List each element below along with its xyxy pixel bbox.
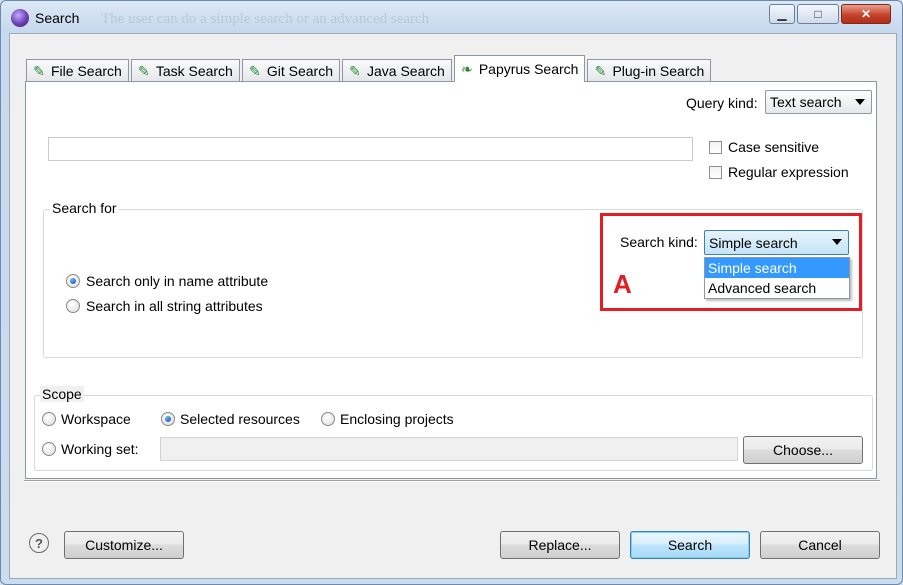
tab-task-search[interactable]: ✎ Task Search bbox=[130, 59, 240, 82]
maximize-icon: □ bbox=[814, 7, 822, 21]
chevron-down-icon bbox=[855, 99, 865, 105]
name-attribute-label: Search only in name attribute bbox=[86, 273, 269, 289]
customize-button[interactable]: Customize... bbox=[64, 531, 184, 559]
tab-label: File Search bbox=[51, 63, 122, 79]
all-string-attributes-radio[interactable] bbox=[66, 299, 80, 313]
search-dialog-window: The user can do a simple search or an ad… bbox=[0, 0, 903, 585]
annotation-highlight-box bbox=[600, 213, 862, 311]
minimize-button[interactable]: ▁ bbox=[769, 4, 795, 24]
regular-expression-checkbox[interactable] bbox=[709, 166, 722, 179]
tab-label: Git Search bbox=[266, 63, 333, 79]
search-button[interactable]: Search bbox=[630, 531, 750, 559]
workspace-radio[interactable] bbox=[42, 412, 56, 426]
tab-java-search[interactable]: ✎ Java Search bbox=[342, 59, 452, 82]
file-search-icon: ✎ bbox=[33, 63, 45, 79]
selected-resources-radio[interactable] bbox=[161, 412, 175, 426]
tab-papyrus-search[interactable]: ❧ Papyrus Search bbox=[453, 55, 586, 82]
separator bbox=[24, 480, 880, 482]
papyrus-search-icon: ❧ bbox=[460, 61, 473, 77]
workspace-label: Workspace bbox=[61, 411, 131, 427]
close-icon: ✕ bbox=[860, 7, 872, 21]
eclipse-icon bbox=[11, 9, 29, 27]
query-kind-value: Text search bbox=[770, 94, 842, 110]
tab-label: Papyrus Search bbox=[478, 61, 579, 77]
cancel-button[interactable]: Cancel bbox=[760, 531, 880, 559]
java-search-icon: ✎ bbox=[349, 63, 361, 79]
search-for-title: Search for bbox=[50, 200, 119, 216]
all-string-attributes-label: Search in all string attributes bbox=[86, 298, 263, 314]
plugin-search-icon: ✎ bbox=[594, 63, 607, 79]
help-icon[interactable]: ? bbox=[29, 533, 49, 553]
minimize-icon: ▁ bbox=[777, 7, 787, 21]
query-kind-select[interactable]: Text search bbox=[765, 90, 872, 114]
tab-git-search[interactable]: ✎ Git Search bbox=[241, 59, 340, 82]
replace-button[interactable]: Replace... bbox=[500, 531, 620, 559]
case-sensitive-checkbox[interactable] bbox=[709, 141, 722, 154]
selected-resources-label: Selected resources bbox=[180, 411, 300, 427]
maximize-button[interactable]: □ bbox=[797, 4, 839, 24]
tab-label: Task Search bbox=[155, 63, 233, 79]
name-attribute-radio[interactable] bbox=[66, 274, 80, 288]
tab-plugin-search[interactable]: ✎ Plug-in Search bbox=[587, 59, 712, 82]
working-set-radio[interactable] bbox=[42, 442, 56, 456]
tab-file-search[interactable]: ✎ File Search bbox=[26, 59, 129, 82]
choose-button[interactable]: Choose... bbox=[743, 436, 863, 464]
working-set-input bbox=[160, 437, 738, 461]
regular-expression-label: Regular expression bbox=[728, 164, 849, 180]
annotation-marker: A bbox=[613, 269, 632, 299]
scope-title: Scope bbox=[40, 386, 84, 402]
enclosing-projects-label: Enclosing projects bbox=[340, 411, 454, 427]
tab-label: Plug-in Search bbox=[612, 63, 705, 79]
window-title: Search bbox=[35, 10, 80, 26]
task-search-icon: ✎ bbox=[137, 63, 150, 79]
enclosing-projects-radio[interactable] bbox=[321, 412, 335, 426]
search-tabs: ✎ File Search ✎ Task Search ✎ Git Search… bbox=[26, 55, 713, 82]
tab-label: Java Search bbox=[367, 63, 445, 79]
search-text-input[interactable] bbox=[48, 137, 693, 161]
background-document-text: The user can do a simple search or an ad… bbox=[101, 11, 430, 27]
git-search-icon: ✎ bbox=[248, 63, 261, 79]
case-sensitive-label: Case sensitive bbox=[728, 139, 820, 155]
query-kind-label: Query kind: bbox=[686, 95, 758, 111]
close-button[interactable]: ✕ bbox=[841, 4, 891, 24]
working-set-label: Working set: bbox=[61, 441, 139, 457]
